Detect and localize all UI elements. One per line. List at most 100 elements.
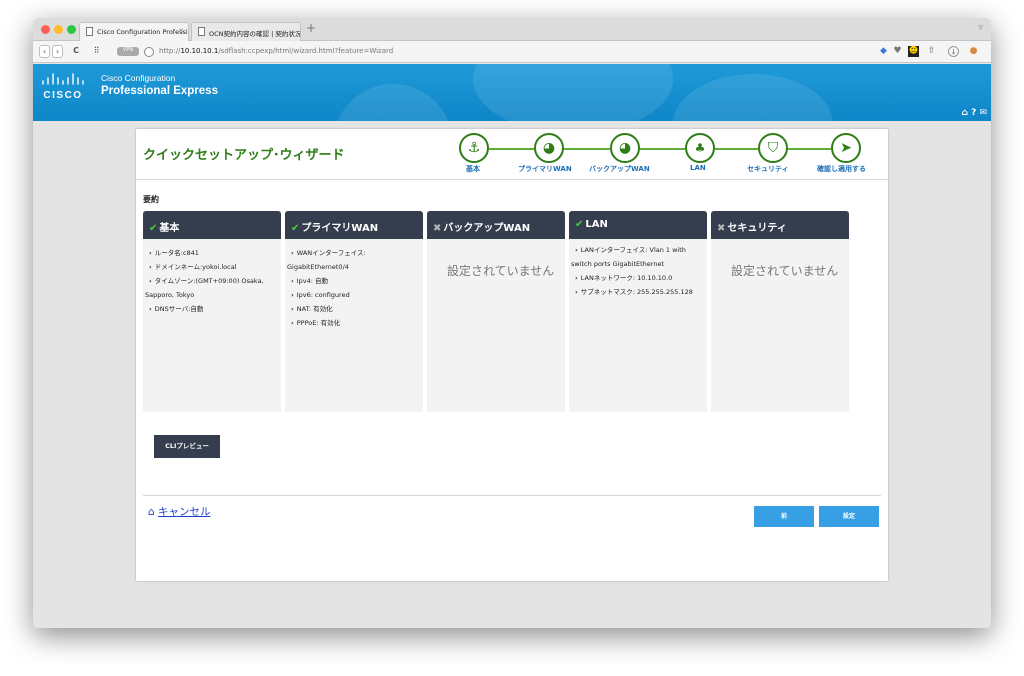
url-field[interactable]: http://10.10.10.1/sdflash:ccpexp/html/wi… — [159, 47, 393, 55]
mail-icon[interactable]: ✉ — [979, 108, 987, 118]
step-connector — [489, 148, 534, 150]
page-area: クイックセットアップ･ウィザード ⚓ ◕ ◕ ♣ ⛉ ➤ 基本 プライマリWAN… — [33, 121, 991, 628]
url-prefix: http:// — [159, 47, 181, 55]
new-tab-button[interactable]: + — [306, 21, 316, 35]
shield-extension-icon[interactable]: ◆ — [878, 46, 889, 57]
summary-item: ドメインネーム:yokoi.local — [154, 263, 237, 271]
anchor-icon[interactable]: ⚓ — [459, 133, 489, 163]
check-icon: ✔ — [291, 223, 300, 234]
reload-icon[interactable]: C — [69, 45, 83, 58]
banner-decor — [333, 84, 453, 121]
panel-title: 基本 — [159, 223, 180, 234]
step-label-basic[interactable]: 基本 — [466, 164, 480, 174]
step-connector — [564, 148, 610, 150]
forward-button[interactable]: › — [52, 45, 63, 58]
step-label-confirm[interactable]: 確認し適用する — [817, 164, 866, 174]
back-button[interactable]: 前 — [754, 506, 814, 527]
chevron-right-icon: › — [291, 291, 294, 299]
profile-icon[interactable]: ● — [968, 46, 979, 57]
step-connector — [640, 148, 685, 150]
chevron-right-icon: › — [149, 305, 152, 313]
not-configured-text: 設定されていません — [447, 264, 555, 278]
summary-item: LANネットワーク: 10.10.10.0 — [580, 274, 673, 282]
summary-heading: 要約 — [143, 195, 159, 204]
summary-item: NAT: 有効化 — [296, 305, 333, 313]
send-icon[interactable]: ➤ — [831, 133, 861, 163]
not-configured-text: 設定されていません — [731, 264, 839, 278]
summary-item: ルータ名:c841 — [154, 249, 199, 257]
chevron-right-icon: › — [575, 274, 578, 282]
product-name-line1: Cisco Configuration — [101, 73, 176, 83]
page-icon — [198, 27, 205, 36]
product-name-line2: Professional Express — [101, 85, 218, 97]
close-tab-icon[interactable]: ✕ — [178, 27, 184, 35]
step-label-lan[interactable]: LAN — [690, 164, 706, 172]
vpn-icon[interactable]: VPN — [117, 47, 139, 56]
summary-item: Ipv4: 自動 — [296, 277, 329, 285]
summary-panel-backup-wan: ✖ バックアップWAN 設定されていません — [427, 211, 565, 412]
share-icon[interactable]: ⇧ — [926, 46, 937, 57]
network-icon[interactable]: ♣ — [685, 133, 715, 163]
banner-icons: ⌂ ? ✉ — [961, 108, 987, 118]
tab-cisco[interactable]: Cisco Configuration Professi ✕ — [79, 22, 189, 41]
panel-title: プライマリWAN — [301, 223, 379, 234]
app-banner: CISCO Cisco Configuration Professional E… — [33, 64, 991, 121]
grid-icon[interactable]: ⠿ — [89, 45, 104, 58]
globe-icon[interactable]: ◕ — [610, 133, 640, 163]
tab-ocn[interactable]: OCN契約内容の確認 | 契約状況 — [191, 22, 301, 41]
extension-icon[interactable]: ☻ — [908, 46, 919, 57]
summary-item: LANインターフェイス: Vlan 1 with — [580, 246, 686, 254]
cancel-link[interactable]: ⌂ キャンセル — [148, 504, 211, 519]
help-icon[interactable]: ? — [971, 108, 976, 118]
step-label-security[interactable]: セキュリティ — [747, 164, 789, 174]
check-icon: ✔ — [149, 223, 158, 234]
summary-panel-lan: ✔ LAN › LANインターフェイス: Vlan 1 with switch p… — [569, 211, 707, 412]
apply-button[interactable]: 設定 — [819, 506, 879, 527]
chevron-right-icon: › — [291, 249, 294, 257]
summary-item: サブネットマスク: 255.255.255.128 — [580, 288, 693, 296]
check-icon: ✔ — [575, 219, 584, 230]
panel-header: ✖ バックアップWAN — [427, 211, 565, 239]
panel-title: LAN — [585, 219, 608, 230]
home-icon[interactable]: ⌂ — [961, 108, 967, 118]
chevron-right-icon: › — [291, 319, 294, 327]
wizard-card: クイックセットアップ･ウィザード ⚓ ◕ ◕ ♣ ⛉ ➤ 基本 プライマリWAN… — [136, 129, 888, 581]
panel-title: セキュリティ — [727, 223, 787, 234]
x-icon: ✖ — [433, 223, 442, 234]
chevron-right-icon: › — [291, 277, 294, 285]
summary-item: Ipv6: configured — [296, 291, 350, 299]
wizard-title: クイックセットアップ･ウィザード — [143, 148, 345, 163]
maximize-window-button[interactable] — [67, 25, 76, 34]
summary-panel-basic: ✔ 基本 › ルータ名:c841 › ドメインネーム:yokoi.local › … — [143, 211, 281, 412]
close-window-button[interactable] — [41, 25, 50, 34]
globe-icon[interactable]: ◕ — [534, 133, 564, 163]
step-label-backup-wan[interactable]: バックアップWAN — [589, 164, 650, 174]
summary-item: WANインターフェイス: — [296, 249, 366, 257]
address-toolbar: ‹ › C ⠿ VPN http://10.10.10.1/sdflash:cc… — [33, 41, 991, 63]
summary-item: PPPoE: 有効化 — [296, 319, 341, 327]
chevron-right-icon: › — [575, 246, 578, 254]
chevron-right-icon: › — [149, 263, 152, 271]
panel-header: ✖ セキュリティ — [711, 211, 849, 239]
globe-icon — [144, 47, 154, 57]
panel-header: ✔ プライマリWAN — [285, 211, 423, 239]
summary-item-continued: GigabitEthernet0/4 — [287, 263, 349, 271]
banner-decor — [673, 74, 833, 121]
cli-preview-button[interactable]: CLIプレビュー — [154, 435, 220, 458]
shield-icon[interactable]: ⛉ — [758, 133, 788, 163]
panel-header: ✔ LAN — [569, 211, 707, 239]
divider — [143, 495, 881, 496]
heart-icon[interactable]: ♥ — [892, 46, 903, 57]
step-label-primary-wan[interactable]: プライマリWAN — [518, 164, 572, 174]
chevron-right-icon: › — [149, 277, 152, 285]
panel-header: ✔ 基本 — [143, 211, 281, 239]
tab-menu-icon[interactable]: ▿ — [978, 23, 983, 33]
step-connector — [788, 148, 831, 150]
chevron-right-icon: › — [575, 288, 578, 296]
x-icon: ✖ — [717, 223, 726, 234]
download-icon[interactable]: ↓ — [948, 46, 959, 57]
minimize-window-button[interactable] — [54, 25, 63, 34]
tab-label: Cisco Configuration Professi — [97, 28, 188, 36]
cisco-logo: CISCO — [42, 73, 84, 100]
back-button[interactable]: ‹ — [39, 45, 50, 58]
